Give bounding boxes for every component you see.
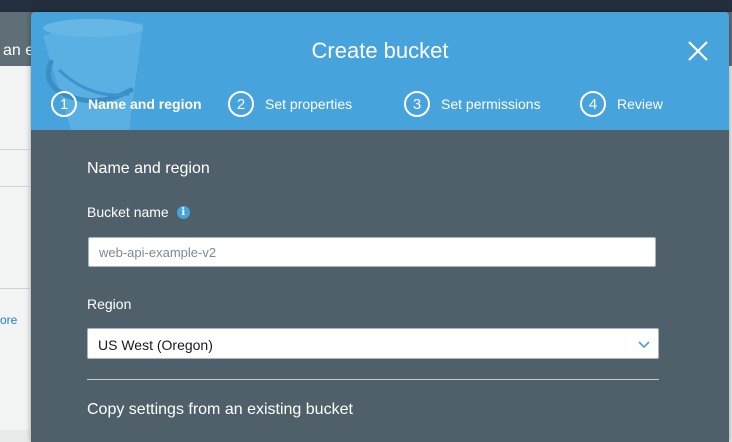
step-review[interactable]: 4 Review	[580, 91, 663, 117]
step-number: 2	[228, 91, 254, 117]
region-label: Region	[87, 296, 132, 312]
region-select[interactable]: US West (Oregon)	[87, 328, 659, 359]
bucket-name-label-text: Bucket name	[87, 204, 169, 220]
dialog-title: Create bucket	[311, 38, 449, 63]
step-set-properties[interactable]: 2 Set properties	[228, 91, 352, 117]
info-icon[interactable]: i	[176, 205, 190, 219]
step-label: Name and region	[88, 96, 202, 112]
step-number: 1	[51, 91, 77, 117]
section-title: Name and region	[87, 160, 210, 177]
page-content-background	[0, 66, 30, 430]
chevron-down-icon	[638, 341, 650, 349]
learn-more-link[interactable]: ore	[0, 313, 17, 327]
step-set-permissions[interactable]: 3 Set permissions	[404, 91, 541, 117]
divider	[0, 186, 30, 187]
region-selected-value: US West (Oregon)	[98, 337, 213, 353]
copy-settings-title: Copy settings from an existing bucket	[87, 401, 353, 418]
bucket-name-input[interactable]	[88, 237, 656, 267]
top-nav-bar	[0, 0, 732, 12]
step-label: Set permissions	[441, 96, 541, 112]
step-label: Review	[617, 96, 663, 112]
step-number: 3	[404, 91, 430, 117]
step-number: 4	[580, 91, 606, 117]
page-header-text: an e	[3, 42, 35, 59]
close-icon[interactable]	[685, 38, 711, 64]
bucket-name-label: Bucket name i	[87, 204, 190, 220]
step-label: Set properties	[265, 96, 353, 112]
divider	[0, 149, 30, 150]
wizard-steps: 1 Name and region 2 Set properties 3 Set…	[51, 91, 711, 117]
section-divider	[87, 379, 659, 380]
dialog-header: Create bucket 1 Name and region 2 Set pr…	[31, 12, 729, 130]
divider	[0, 288, 30, 289]
step-name-and-region[interactable]: 1 Name and region	[51, 91, 202, 117]
create-bucket-dialog: Create bucket 1 Name and region 2 Set pr…	[31, 12, 729, 442]
